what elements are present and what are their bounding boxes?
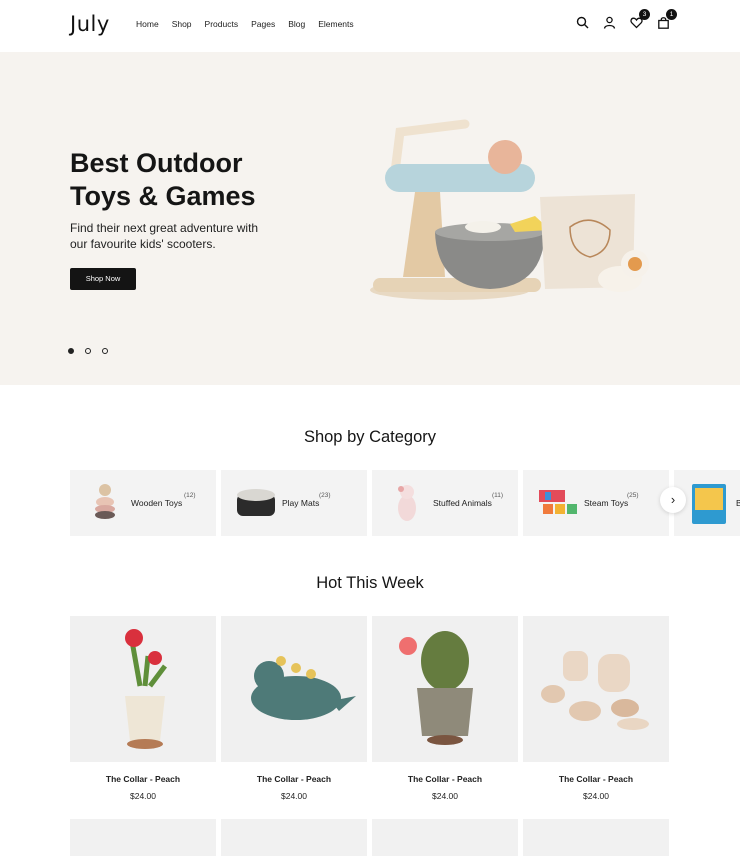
bag-icon[interactable]: 1 [657, 9, 677, 29]
product-name[interactable]: The Collar - Peach [372, 774, 518, 784]
product-card-partial[interactable] [221, 819, 367, 856]
product-card-partial[interactable] [523, 819, 669, 856]
nav-elements[interactable]: Elements [318, 19, 353, 29]
nav-products[interactable]: Products [205, 19, 239, 29]
slider-dot-1[interactable] [68, 348, 74, 354]
slider-dot-2[interactable] [85, 348, 91, 354]
hero-toy-mixer-image [370, 119, 649, 300]
logo[interactable]: July [70, 12, 110, 36]
category-name: Wooden Toys [131, 498, 183, 508]
cactus-plush-image [399, 631, 473, 745]
hero-subtitle: Find their next great adventure with our… [70, 221, 259, 251]
category-count: (11) [492, 492, 504, 499]
hot-section-title: Hot This Week [316, 574, 424, 592]
product-price: $24.00 [432, 791, 458, 801]
category-card-play-mats[interactable]: Play Mats (23) [221, 470, 367, 536]
product-card-partial[interactable] [372, 819, 518, 856]
cart-badge: 1 [666, 9, 677, 20]
nav-home[interactable]: Home [136, 19, 159, 29]
slider-dots [68, 348, 108, 354]
product-card[interactable]: The Collar - Peach $24.00 [221, 616, 367, 801]
wooden-toys-thumb-icon [95, 484, 115, 519]
user-icon[interactable] [603, 16, 616, 29]
site-header: July Home Shop Products Pages Blog Eleme… [0, 0, 740, 52]
flower-pot-plush-image [125, 629, 167, 749]
chevron-right-icon: › [670, 492, 676, 507]
wishlist-badge: 3 [639, 9, 650, 20]
nav-blog[interactable]: Blog [288, 19, 305, 29]
category-name: Play Mats [282, 498, 320, 508]
category-count: (12) [184, 492, 196, 499]
shop-now-button[interactable]: Shop Now [70, 268, 136, 290]
heart-icon[interactable]: 3 [630, 9, 650, 29]
category-name: Stuffed Animals [433, 498, 492, 508]
category-count: (23) [319, 492, 331, 499]
dinosaur-plush-image [251, 656, 356, 720]
stuffed-animals-thumb-icon [398, 485, 416, 521]
product-name[interactable]: The Collar - Peach [70, 774, 216, 784]
play-mats-thumb-icon [237, 489, 275, 516]
product-image[interactable] [221, 616, 367, 762]
product-card[interactable]: The Collar - Peach $24.00 [70, 616, 216, 801]
slider-dot-3[interactable] [102, 348, 108, 354]
search-icon[interactable] [576, 16, 589, 29]
product-name[interactable]: The Collar - Peach [523, 774, 669, 784]
hero-title: Best Outdoor Toys & Games [70, 148, 256, 211]
nav-shop[interactable]: Shop [172, 19, 192, 29]
category-name: B [736, 498, 740, 508]
product-image[interactable] [372, 616, 518, 762]
category-card-stuffed-animals[interactable]: Stuffed Animals (11) [372, 470, 518, 536]
product-image[interactable] [70, 616, 216, 762]
product-price: $24.00 [130, 791, 156, 801]
nav-pages[interactable]: Pages [251, 19, 275, 29]
category-card-steam-toys[interactable]: Steam Toys (25) [523, 470, 669, 536]
product-image[interactable] [523, 616, 669, 762]
product-price: $24.00 [583, 791, 609, 801]
product-card[interactable]: The Collar - Peach $24.00 [372, 616, 518, 801]
category-carousel: Wooden Toys (12) Play Mats (23) Stuffed … [70, 470, 740, 536]
product-name[interactable]: The Collar - Peach [221, 774, 367, 784]
carousel-next-button[interactable]: › [660, 487, 686, 513]
product-card[interactable]: The Collar - Peach $24.00 [523, 616, 669, 801]
main-nav: Home Shop Products Pages Blog Elements [136, 19, 367, 29]
product-price: $24.00 [281, 791, 307, 801]
category-card-wooden-toys[interactable]: Wooden Toys (12) [70, 470, 216, 536]
category-count: (25) [627, 492, 639, 499]
hero-banner: Best Outdoor Toys & Games Find their nex… [0, 52, 740, 385]
books-thumb-icon [692, 484, 726, 524]
product-card-partial[interactable] [70, 819, 216, 856]
tea-set-image [541, 651, 649, 730]
category-section-title: Shop by Category [303, 428, 437, 446]
category-name: Steam Toys [584, 498, 629, 508]
header-actions: 3 1 [576, 9, 677, 29]
steam-toys-thumb-icon [539, 490, 577, 514]
